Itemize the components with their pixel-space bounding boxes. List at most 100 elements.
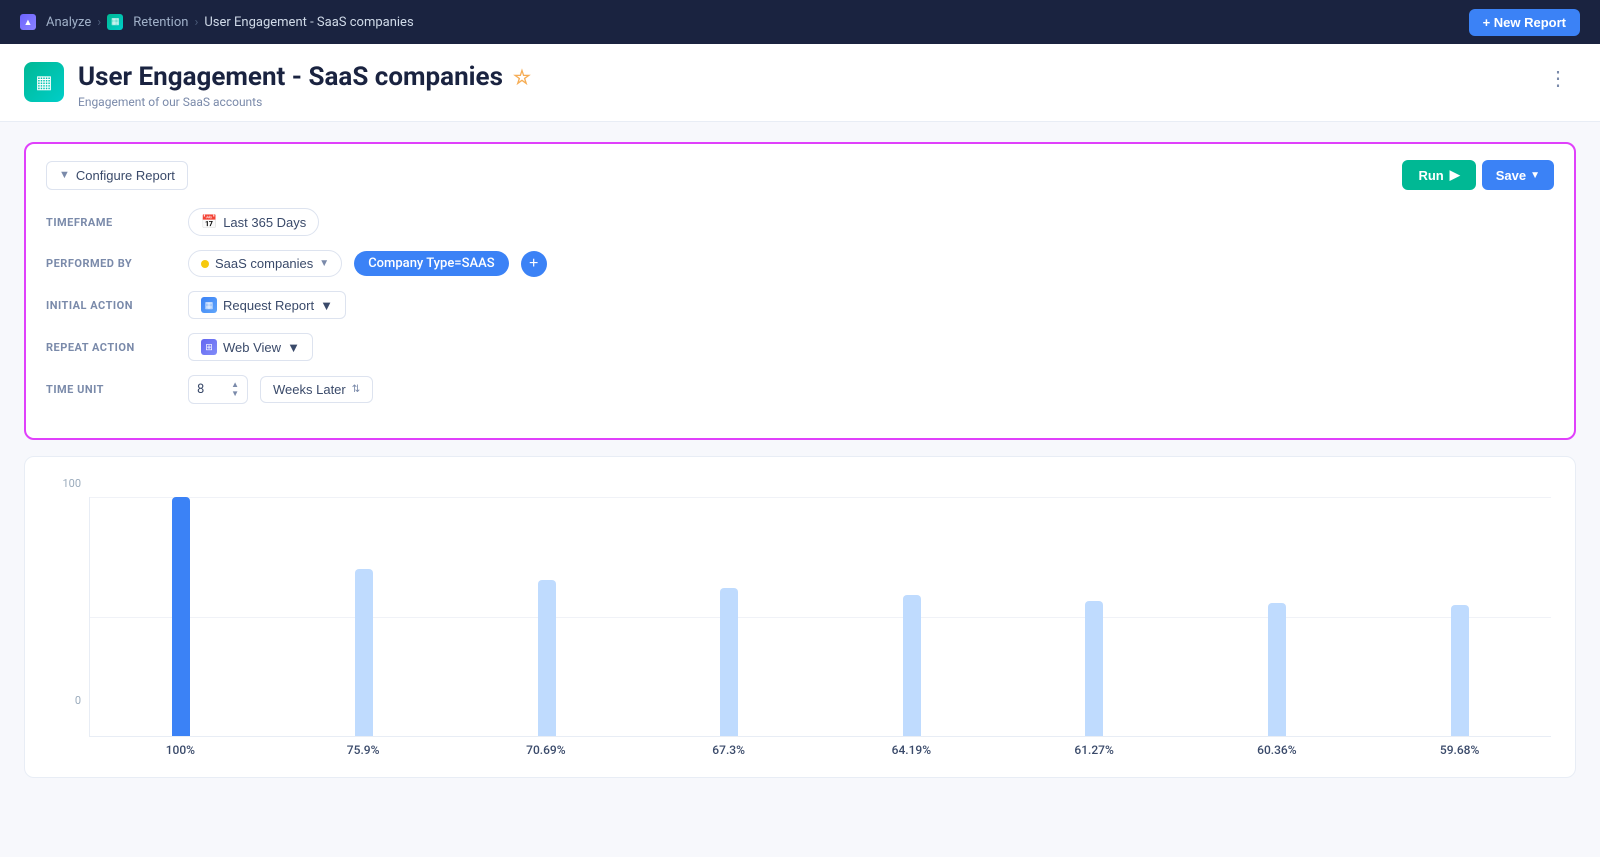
web-icon: ⊞	[201, 339, 217, 355]
chart-panel: 100 0	[24, 456, 1576, 778]
x-label-5: 61.27%	[1003, 743, 1186, 757]
x-label-4: 64.19%	[820, 743, 1003, 757]
performed-by-row: PERFORMED BY SaaS companies ▼ Company Ty…	[46, 250, 1554, 277]
bar-7	[1451, 605, 1469, 736]
more-options-button[interactable]: ⋮	[1540, 62, 1576, 95]
initial-action-row: INITIAL ACTION ▦ Request Report ▼	[46, 291, 1554, 319]
initial-action-value: Request Report	[223, 298, 314, 313]
bar-pair-6	[1186, 497, 1369, 736]
timeframe-value: Last 365 Days	[223, 215, 306, 230]
repeat-action-picker[interactable]: ⊞ Web View ▼	[188, 333, 313, 361]
y-label-100: 100	[49, 477, 89, 490]
weeks-later-picker[interactable]: Weeks Later ⇅	[260, 376, 373, 403]
company-type-tag: Company Type=SAAS	[354, 251, 508, 276]
top-nav: ▲ Analyze › ▦ Retention › User Engagemen…	[0, 0, 1600, 44]
retention-icon: ▦	[107, 14, 123, 30]
chart-area: 100 0	[49, 477, 1551, 737]
bar-1	[355, 569, 373, 736]
add-filter-button[interactable]: +	[521, 251, 547, 277]
page-title-text: User Engagement - SaaS companies	[78, 62, 503, 92]
initial-action-label: INITIAL ACTION	[46, 299, 176, 312]
breadcrumb-current: User Engagement - SaaS companies	[204, 15, 413, 30]
performed-by-label: PERFORMED BY	[46, 257, 176, 270]
bar-group-1	[273, 497, 456, 736]
x-labels: 100% 75.9% 70.69% 67.3% 64.19% 61.27% 60…	[49, 743, 1551, 757]
timeframe-row: TIMEFRAME 📅 Last 365 Days	[46, 208, 1554, 236]
run-label: Run	[1418, 168, 1443, 183]
analyze-icon: ▲	[20, 14, 36, 30]
bar-group-7	[1368, 497, 1551, 736]
breadcrumb-sep-1: ›	[97, 15, 101, 30]
page-header-left: ▦ User Engagement - SaaS companies ☆ Eng…	[24, 62, 531, 109]
chart-icon: ▦	[201, 297, 217, 313]
calendar-icon: 📅	[201, 214, 217, 230]
timeframe-label: TIMEFRAME	[46, 216, 176, 229]
page-title-area: User Engagement - SaaS companies ☆ Engag…	[78, 62, 531, 109]
repeat-action-caret-icon: ▼	[287, 340, 300, 355]
dot-yellow-icon	[201, 260, 209, 268]
performed-by-caret-icon: ▼	[319, 258, 329, 269]
x-label-2: 70.69%	[455, 743, 638, 757]
bar-group-4	[821, 497, 1004, 736]
initial-action-picker[interactable]: ▦ Request Report ▼	[188, 291, 346, 319]
save-button[interactable]: Save ▼	[1482, 160, 1554, 190]
star-icon[interactable]: ☆	[513, 65, 531, 89]
time-unit-input[interactable]: 8 ▲ ▼	[188, 375, 248, 404]
x-label-0: 100%	[89, 743, 272, 757]
configure-panel: ▼ Configure Report Run ▶ Save ▼ TIMEFRAM…	[24, 142, 1576, 440]
breadcrumb-sep-2: ›	[194, 15, 198, 30]
bar-pair-0	[90, 497, 273, 736]
repeat-action-row: REPEAT ACTION ⊞ Web View ▼	[46, 333, 1554, 361]
up-arrow-icon: ▲	[231, 381, 239, 389]
time-unit-label: TIME UNIT	[46, 383, 176, 396]
timeframe-picker[interactable]: 📅 Last 365 Days	[188, 208, 319, 236]
configure-caret-icon: ▼	[59, 169, 70, 181]
bar-pair-4	[821, 497, 1004, 736]
configure-report-button[interactable]: ▼ Configure Report	[46, 161, 188, 190]
save-caret-icon: ▼	[1530, 170, 1540, 181]
performed-by-filter-label: SaaS companies	[215, 256, 313, 271]
bar-pair-3	[638, 497, 821, 736]
bar-pair-2	[455, 497, 638, 736]
configure-report-label: Configure Report	[76, 168, 175, 183]
breadcrumb-retention[interactable]: Retention	[133, 15, 188, 30]
x-label-1: 75.9%	[272, 743, 455, 757]
x-label-7: 59.68%	[1368, 743, 1551, 757]
bar-pair-1	[273, 497, 456, 736]
new-report-label: + New Report	[1483, 15, 1566, 30]
initial-action-caret-icon: ▼	[320, 298, 333, 313]
report-icon: ▦	[24, 62, 64, 102]
weeks-caret-icon: ⇅	[352, 384, 360, 395]
run-button[interactable]: Run ▶	[1402, 160, 1475, 190]
repeat-action-label: REPEAT ACTION	[46, 341, 176, 354]
bar-4	[903, 595, 921, 736]
bar-group-2	[455, 497, 638, 736]
run-play-icon: ▶	[1450, 167, 1460, 183]
performed-by-filter[interactable]: SaaS companies ▼	[188, 250, 342, 277]
breadcrumb: ▲ Analyze › ▦ Retention › User Engagemen…	[20, 14, 414, 30]
bar-6	[1268, 603, 1286, 736]
y-axis: 100 0	[49, 477, 89, 737]
bar-5	[1085, 601, 1103, 736]
repeat-action-value: Web View	[223, 340, 281, 355]
new-report-button[interactable]: + New Report	[1469, 9, 1580, 36]
weeks-later-value: Weeks Later	[273, 382, 346, 397]
bar-group-6	[1186, 497, 1369, 736]
breadcrumb-analyze[interactable]: Analyze	[46, 15, 91, 30]
page-title: User Engagement - SaaS companies ☆	[78, 62, 531, 92]
configure-header: ▼ Configure Report Run ▶ Save ▼	[46, 160, 1554, 190]
company-type-tag-label: Company Type=SAAS	[368, 256, 494, 271]
page-subtitle: Engagement of our SaaS accounts	[78, 95, 531, 109]
time-unit-row: TIME UNIT 8 ▲ ▼ Weeks Later ⇅	[46, 375, 1554, 404]
down-arrow-icon: ▼	[231, 390, 239, 398]
x-label-6: 60.36%	[1186, 743, 1369, 757]
time-unit-value: 8	[197, 382, 204, 397]
bar-pair-5	[1003, 497, 1186, 736]
y-label-0: 0	[49, 694, 89, 707]
bars-container	[89, 497, 1551, 737]
bar-group-5	[1003, 497, 1186, 736]
page-header: ▦ User Engagement - SaaS companies ☆ Eng…	[0, 44, 1600, 122]
bar-3	[720, 588, 738, 736]
x-label-3: 67.3%	[637, 743, 820, 757]
time-unit-arrows: ▲ ▼	[231, 381, 239, 398]
